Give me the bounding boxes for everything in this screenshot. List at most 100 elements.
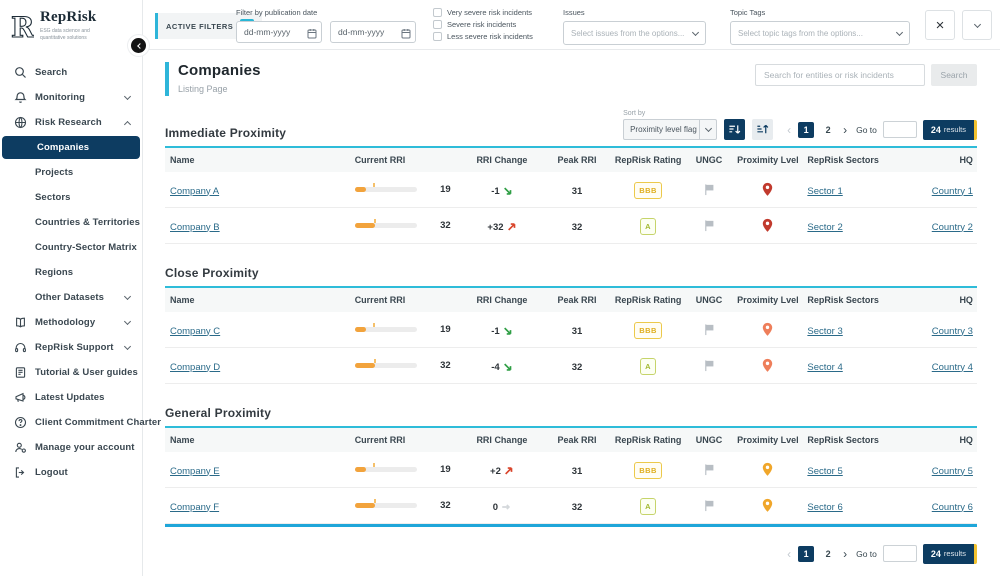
- sort-ascending-button[interactable]: [752, 119, 773, 140]
- issues-select[interactable]: Select issues from the options...: [563, 21, 706, 45]
- prev-page-button[interactable]: ‹: [786, 548, 792, 560]
- company-link[interactable]: Company A: [170, 186, 219, 197]
- sector-link[interactable]: Sector 6: [807, 502, 842, 513]
- sidebar-item-logout[interactable]: Logout: [0, 460, 142, 485]
- table-row: Company A 19 -1 31 BBB Sector 1 Country …: [165, 172, 977, 208]
- sidebar-item-client-commitment-charter[interactable]: Client Commitment Charter: [0, 410, 142, 435]
- section-title: Close Proximity: [165, 266, 259, 280]
- sector-link[interactable]: Sector 4: [807, 362, 842, 373]
- company-link[interactable]: Company E: [170, 466, 220, 477]
- peak-rri-value: 32: [572, 362, 583, 373]
- clear-filters-button[interactable]: ×: [925, 10, 955, 40]
- results-count: 24: [931, 549, 941, 559]
- sidebar-item-sectors[interactable]: Sectors: [0, 185, 142, 210]
- entity-search-input[interactable]: [755, 64, 925, 86]
- sidebar-item-label: RepRisk Support: [35, 342, 114, 353]
- ungc-flag-icon: [703, 181, 716, 198]
- results-label: results: [944, 125, 966, 134]
- sector-link[interactable]: Sector 1: [807, 186, 842, 197]
- sidebar: R RepRisk ESG data science and quantitat…: [0, 0, 143, 576]
- company-link[interactable]: Company F: [170, 502, 219, 513]
- sector-link[interactable]: Sector 3: [807, 326, 842, 337]
- sidebar-item-latest-updates[interactable]: Latest Updates: [0, 385, 142, 410]
- document-icon: [13, 366, 27, 380]
- prev-page-button[interactable]: ‹: [786, 124, 792, 136]
- go-to-label: Go to: [856, 549, 877, 559]
- go-to-page-input[interactable]: [883, 121, 917, 138]
- hq-country-link[interactable]: Country 2: [932, 222, 973, 233]
- table-row: Company C 19 -1 31 BBB Sector 3 Country …: [165, 312, 977, 348]
- hq-country-link[interactable]: Country 1: [932, 186, 973, 197]
- col-header-rri-change: RRI Change: [461, 155, 542, 165]
- col-header-proximity-level: Proximity Lvel: [733, 155, 802, 165]
- go-to-page-input[interactable]: [883, 545, 917, 562]
- sidebar-item-label: Tutorial & User guides: [35, 367, 138, 378]
- collapse-filterbar-button[interactable]: [962, 10, 992, 40]
- hq-country-link[interactable]: Country 4: [932, 362, 973, 373]
- col-header-name: Name: [165, 155, 348, 165]
- entity-search-button[interactable]: Search: [931, 64, 977, 86]
- sidebar-item-tutorial-user-guides[interactable]: Tutorial & User guides: [0, 360, 142, 385]
- next-page-button[interactable]: ›: [842, 548, 848, 560]
- trend-up-icon: [507, 222, 517, 232]
- page-1-button[interactable]: 1: [798, 546, 814, 562]
- company-link[interactable]: Company B: [170, 222, 220, 233]
- hq-country-link[interactable]: Country 3: [932, 326, 973, 337]
- sidebar-item-other-datasets[interactable]: Other Datasets: [0, 285, 142, 310]
- rri-bar: [355, 223, 417, 228]
- rri-change-value: 0: [493, 502, 498, 513]
- results-count-badge: 24 results: [923, 120, 977, 140]
- chevron-up-icon: [124, 120, 131, 127]
- app-window: R RepRisk ESG data science and quantitat…: [0, 0, 1000, 576]
- sidebar-item-companies[interactable]: Companies: [2, 136, 140, 159]
- topic-tags-label: Topic Tags: [730, 8, 910, 17]
- sidebar-item-countries-territories[interactable]: Countries & Territories: [0, 210, 142, 235]
- sidebar-item-methodology[interactable]: Methodology: [0, 310, 142, 335]
- col-header-rri-change: RRI Change: [461, 295, 542, 305]
- sidebar-item-label: Methodology: [35, 317, 95, 328]
- sidebar-item-manage-account[interactable]: Manage your account: [0, 435, 142, 460]
- sector-link[interactable]: Sector 5: [807, 466, 842, 477]
- col-header-hq: HQ: [920, 435, 977, 445]
- page-2-button[interactable]: 2: [820, 122, 836, 138]
- sort-descending-button[interactable]: [724, 119, 745, 140]
- sector-link[interactable]: Sector 2: [807, 222, 842, 233]
- sidebar-item-projects[interactable]: Projects: [0, 160, 142, 185]
- company-link[interactable]: Company D: [170, 362, 220, 373]
- table-header-row: Name Current RRI RRI Change Peak RRI Rep…: [165, 428, 977, 452]
- col-header-reprisk-rating: RepRisk Rating: [612, 155, 685, 165]
- severity-checkbox-severe[interactable]: Severe risk incidents: [433, 20, 533, 29]
- checkbox[interactable]: [433, 8, 442, 17]
- checkbox[interactable]: [433, 20, 442, 29]
- checkbox[interactable]: [433, 32, 442, 41]
- close-proximity-table: Name Current RRI RRI Change Peak RRI Rep…: [165, 286, 977, 384]
- severity-checkbox-less-severe[interactable]: Less severe risk incidents: [433, 32, 533, 41]
- sidebar-item-search[interactable]: Search: [0, 60, 142, 85]
- sidebar-item-country-sector-matrix[interactable]: Country-Sector Matrix: [0, 235, 142, 260]
- page-2-button[interactable]: 2: [820, 546, 836, 562]
- severity-checkbox-very-severe[interactable]: Very severe risk incidents: [433, 8, 533, 17]
- hq-country-link[interactable]: Country 5: [932, 466, 973, 477]
- table-row: Company F 32 0 32 A Sector 6 Country 6: [165, 488, 977, 524]
- brand-name: RepRisk: [40, 9, 96, 26]
- sidebar-item-risk-research[interactable]: Risk Research: [0, 110, 142, 135]
- col-header-peak-rri: Peak RRI: [543, 435, 612, 445]
- general-proximity-table: Name Current RRI RRI Change Peak RRI Rep…: [165, 426, 977, 527]
- sort-by-select[interactable]: Proximity level flag: [623, 119, 717, 140]
- current-rri-value: 19: [429, 184, 451, 195]
- proximity-pin-icon: [761, 461, 774, 478]
- page-1-button[interactable]: 1: [798, 122, 814, 138]
- sidebar-item-regions[interactable]: Regions: [0, 260, 142, 285]
- sidebar-item-reprisk-support[interactable]: RepRisk Support: [0, 335, 142, 360]
- chevron-down-icon: [699, 120, 716, 139]
- main-content: Companies Listing Page Search Immediate …: [143, 50, 1000, 576]
- sidebar-collapse-button[interactable]: [128, 35, 149, 56]
- hq-country-link[interactable]: Country 6: [932, 502, 973, 513]
- col-header-name: Name: [165, 435, 348, 445]
- sidebar-item-monitoring[interactable]: Monitoring: [0, 85, 142, 110]
- next-page-button[interactable]: ›: [842, 124, 848, 136]
- page-title: Companies: [178, 62, 261, 79]
- company-link[interactable]: Company C: [170, 326, 220, 337]
- section-general-proximity: General Proximity Name Current RRI RRI C…: [165, 400, 977, 527]
- topic-tags-select[interactable]: Select topic tags from the options...: [730, 21, 910, 45]
